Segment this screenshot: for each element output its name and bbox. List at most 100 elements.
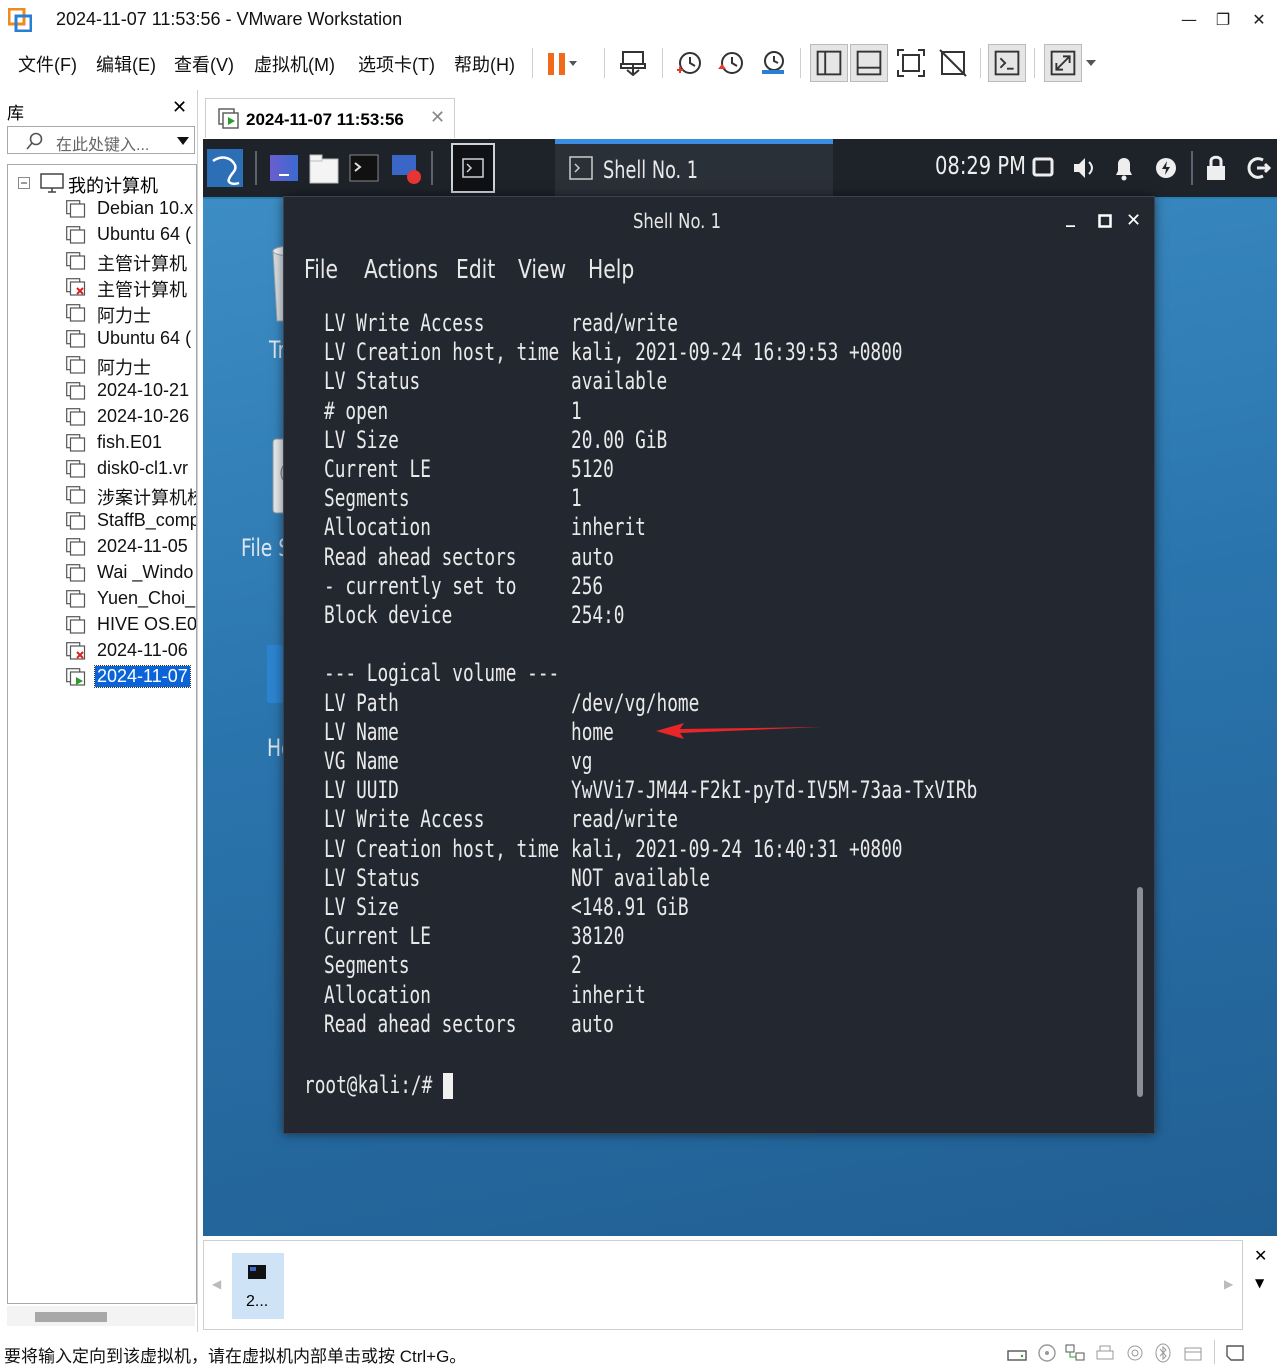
lock-screen-icon[interactable]	[1203, 149, 1229, 187]
terminal-maximize-button[interactable]	[1098, 214, 1112, 228]
library-vm-item[interactable]: 2024-10-26	[66, 405, 196, 429]
collapse-icon[interactable]	[18, 177, 30, 189]
terminal-line-value: vg	[571, 747, 593, 775]
minimize-button[interactable]: —	[1172, 6, 1206, 34]
menu-view[interactable]: 查看(V)	[174, 51, 234, 77]
cd-dvd-icon[interactable]	[1036, 1343, 1058, 1363]
console-view-icon[interactable]	[988, 44, 1026, 82]
pause-icon[interactable]	[540, 44, 578, 82]
full-screen-icon[interactable]	[892, 44, 930, 82]
display-icon[interactable]	[1031, 149, 1055, 187]
terminal-line-value: 38120	[571, 922, 625, 951]
library-close-button[interactable]: ✕	[172, 97, 187, 118]
show-desktop-icon[interactable]	[267, 149, 301, 187]
library-vm-item[interactable]: Wai _Windo	[66, 561, 196, 585]
message-log-icon[interactable]	[1224, 1343, 1246, 1363]
vm-icon	[66, 460, 86, 478]
taskbar-item-shell[interactable]: Shell No. 1	[555, 139, 833, 197]
chevron-down-icon[interactable]	[1084, 58, 1098, 68]
library-vm-item[interactable]: 2024-11-07	[66, 665, 196, 689]
terminal-menu-actions[interactable]: Actions	[364, 255, 438, 285]
notifications-bell-icon[interactable]	[1111, 149, 1137, 187]
printer-icon[interactable]	[1094, 1343, 1116, 1363]
terminal-menu-edit[interactable]: Edit	[456, 255, 495, 285]
thumbnail-bar-dropdown[interactable]: ▼	[1255, 1276, 1264, 1290]
file-manager-icon[interactable]	[307, 149, 341, 187]
panel-clock[interactable]: 08:29 PM	[935, 151, 1026, 180]
thumbnail-scroll-left[interactable]: ◀	[212, 1277, 221, 1291]
terminal-menu-file[interactable]: File	[304, 255, 338, 285]
volume-icon[interactable]	[1071, 149, 1097, 187]
window-title: 2024-11-07 11:53:56 - VMware Workstation	[56, 9, 403, 29]
vm-icon	[66, 538, 86, 556]
library-vm-item[interactable]: 涉案计算机校	[66, 483, 196, 508]
vm-thumbnail[interactable]: 2...	[232, 1253, 284, 1319]
library-horizontal-scrollbar[interactable]	[7, 1306, 195, 1326]
vm-icon	[66, 382, 86, 400]
library-vm-item[interactable]: Ubuntu 64 (	[66, 327, 196, 351]
menu-tabs[interactable]: 选项卡(T)	[358, 51, 435, 77]
tree-root-my-computer[interactable]: 我的计算机	[16, 171, 196, 196]
terminal-line-value: read/write	[571, 309, 678, 337]
library-vm-item[interactable]: 阿力士	[66, 301, 196, 326]
tab-vm[interactable]: 2024-11-07 11:53:56 ✕	[205, 98, 455, 138]
workspace-switcher-icon[interactable]	[451, 143, 495, 193]
library-vm-label: Yuen_Choi_	[97, 588, 196, 608]
terminal-window[interactable]: Shell No. 1 _ ✕ File Actions Edit View H…	[283, 196, 1155, 1134]
running-vm-icon	[218, 108, 239, 129]
network-adapter-icon[interactable]	[1064, 1343, 1086, 1363]
terminal-scrollbar[interactable]	[1137, 887, 1143, 1097]
stretch-guest-icon[interactable]	[1044, 44, 1082, 82]
removable-device-icon[interactable]	[1182, 1343, 1204, 1363]
library-vm-item[interactable]: disk0-cl1.vr	[66, 457, 196, 481]
thumbnail-scroll-right[interactable]: ▶	[1224, 1277, 1233, 1291]
sound-card-icon[interactable]	[1124, 1343, 1146, 1363]
power-manager-icon[interactable]	[1153, 149, 1179, 187]
unity-icon[interactable]	[934, 44, 972, 82]
menu-file[interactable]: 文件(F)	[18, 51, 77, 77]
library-vm-item[interactable]: HIVE OS.E01	[66, 613, 196, 637]
library-vm-label: disk0-cl1.vr	[97, 458, 189, 478]
close-button[interactable]: ✕	[1242, 6, 1276, 34]
tab-close-button[interactable]: ✕	[430, 107, 445, 128]
show-thumbnail-bar-icon[interactable]	[850, 44, 888, 82]
terminal-menu-help[interactable]: Help	[588, 255, 634, 285]
restore-button[interactable]: ❐	[1206, 6, 1240, 34]
terminal-line-value: 1	[571, 484, 582, 513]
send-ctrl-alt-del-icon[interactable]	[614, 44, 652, 82]
bluetooth-icon[interactable]	[1152, 1343, 1174, 1363]
library-search-input[interactable]: 在此处键入...	[7, 126, 195, 154]
terminal-menu-view[interactable]: View	[518, 255, 566, 285]
show-library-icon[interactable]	[810, 44, 848, 82]
library-vm-item[interactable]: 主管计算机	[66, 249, 196, 274]
vm-icon	[66, 356, 86, 374]
scrollbar-thumb[interactable]	[35, 1312, 107, 1322]
snapshot-manager-icon[interactable]	[754, 44, 792, 82]
hard-disk-icon[interactable]	[1006, 1343, 1028, 1363]
chevron-down-icon[interactable]	[176, 136, 190, 146]
panel-separator	[431, 151, 433, 185]
screen-recorder-icon[interactable]	[389, 149, 423, 187]
terminal-line-key: LV Status	[324, 367, 421, 396]
library-vm-item[interactable]: fish.E01	[66, 431, 196, 455]
library-vm-item[interactable]: 2024-11-06	[66, 639, 196, 663]
menu-help[interactable]: 帮助(H)	[454, 51, 515, 77]
library-vm-item[interactable]: Yuen_Choi_	[66, 587, 196, 611]
library-vm-item[interactable]: StaffB_comp	[66, 509, 196, 533]
snapshot-icon[interactable]	[670, 44, 708, 82]
thumbnail-bar-close-button[interactable]: ✕	[1254, 1246, 1267, 1265]
library-vm-item[interactable]: Debian 10.x	[66, 197, 196, 221]
terminal-launcher-icon[interactable]	[347, 149, 381, 187]
library-vm-item[interactable]: 2024-11-05	[66, 535, 196, 559]
library-vm-item[interactable]: 2024-10-21	[66, 379, 196, 403]
menu-vm[interactable]: 虚拟机(M)	[254, 51, 335, 77]
logout-icon[interactable]	[1245, 149, 1271, 187]
library-vm-item[interactable]: 主管计算机	[66, 275, 196, 300]
library-vm-item[interactable]: 阿力士	[66, 353, 196, 378]
kali-menu-icon[interactable]	[207, 149, 243, 187]
revert-snapshot-icon[interactable]	[712, 44, 750, 82]
terminal-close-button[interactable]: ✕	[1126, 210, 1141, 231]
library-vm-item[interactable]: Ubuntu 64 (	[66, 223, 196, 247]
menu-edit[interactable]: 编辑(E)	[96, 51, 156, 77]
terminal-minimize-button[interactable]: _	[1066, 207, 1075, 228]
